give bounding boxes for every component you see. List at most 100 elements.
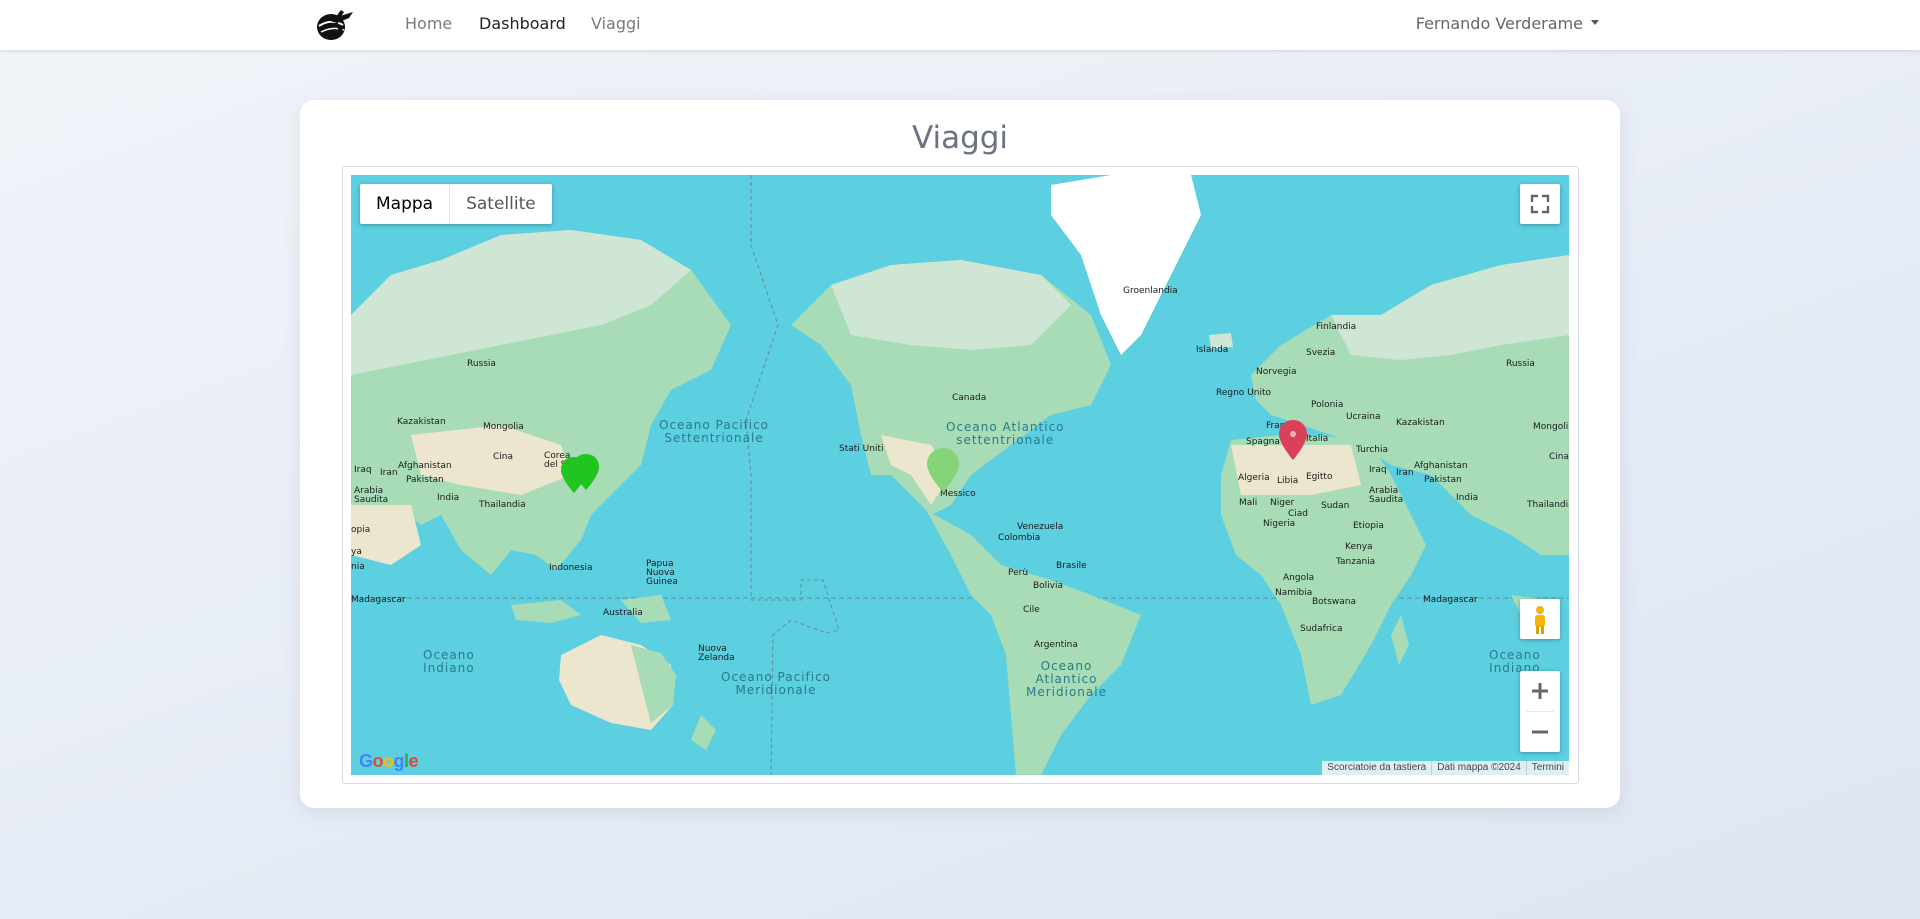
label-nuova-zelanda: Nuova Zelanda [698,644,735,663]
nav-home[interactable]: Home [405,14,452,33]
label-oceano-atlantico-nord: Oceano Atlantico settentrionale [946,420,1065,447]
world-map[interactable]: Groenlandia Islanda Finlandia Svezia Nor… [351,175,1569,775]
label-india-e: India [1456,493,1479,503]
label-argentina: Argentina [1034,640,1078,650]
label-colombia: Colombia [998,533,1041,543]
user-menu-dropdown[interactable]: Fernando Verderame [1416,14,1599,33]
label-pakistan-e: Pakistan [1424,475,1462,485]
label-finlandia: Finlandia [1316,322,1357,332]
satellite-type-button[interactable]: Satellite [450,184,552,224]
label-cile: Cile [1023,605,1040,615]
label-kazakistan-w: Kazakistan [397,417,446,427]
label-brasile: Brasile [1056,561,1087,571]
label-angola: Angola [1283,573,1315,583]
label-islanda: Islanda [1196,345,1229,355]
label-spagna: Spagna [1246,437,1280,447]
label-turchia: Turchia [1356,445,1389,455]
keyboard-shortcuts-link[interactable]: Scorciatoie da tastiera [1322,761,1431,775]
marker-japan-2[interactable] [573,454,599,490]
navbar: Home Dashboard Viaggi Fernando Verderame [0,0,1920,50]
marker-italy[interactable] [1279,420,1307,460]
map-attribution: Scorciatoie da tastiera Dati mappa ©2024… [1322,761,1569,775]
label-afghanistan-e: Afghanistan [1414,461,1468,471]
label-madagascar-e: Madagascar [1423,595,1478,605]
label-svezia: Svezia [1306,348,1336,358]
label-tanzania-edge: nia [351,562,365,572]
label-groenlandia: Groenlandia [1123,286,1178,296]
label-kazakistan-e: Kazakistan [1396,418,1445,428]
label-madagascar-w: Madagascar [351,595,406,605]
fullscreen-icon [1530,194,1550,214]
label-oceano-pacifico-sud: Oceano Pacifico Meridionale [721,670,832,697]
label-oceano-pacifico-nord: Oceano Pacifico Settentrionale [659,418,770,445]
label-cina-edge: Cina [1549,452,1569,462]
label-egitto: Egitto [1306,472,1333,482]
label-botswana: Botswana [1312,597,1356,607]
label-mali: Mali [1239,498,1258,508]
label-pakistan-w: Pakistan [406,475,444,485]
label-oceano-atlantico-sud: Oceano Atlantico Meridionale [1026,659,1107,699]
label-tanzania: Tanzania [1336,557,1376,567]
marker-usa[interactable] [927,448,959,492]
trips-card: Viaggi Groenlandia Islanda Finlandia Sve… [300,100,1620,808]
street-view-pegman-button[interactable] [1520,599,1560,639]
label-kenya-edge: ya [351,547,362,557]
label-mongolia-edge: Mongoli [1533,422,1569,432]
label-peru: Perù [1008,568,1029,578]
label-etiopia: Etiopia [1353,521,1384,531]
label-australia: Australia [603,608,643,618]
fullscreen-button[interactable] [1520,184,1560,224]
chevron-down-icon [1591,20,1599,25]
map-type-button[interactable]: Mappa [360,184,451,224]
label-etiopia-edge: opia [351,525,371,535]
terms-link[interactable]: Termini [1525,761,1569,775]
label-mongolia: Mongolia [483,422,524,432]
nav-dashboard[interactable]: Dashboard [479,14,566,33]
label-cina: Cina [493,452,514,462]
label-algeria: Algeria [1238,473,1270,483]
label-sudafrica: Sudafrica [1300,624,1343,634]
label-iran-e: Iran [1396,468,1414,478]
label-arabia-e: Arabia Saudita [1369,486,1404,505]
google-logo[interactable]: Google [359,751,419,772]
pegman-icon [1535,606,1545,634]
label-iraq-e: Iraq [1369,465,1387,475]
label-kenya: Kenya [1345,542,1373,552]
map-base-layer [351,175,1569,775]
label-sudan: Sudan [1321,501,1350,511]
label-bolivia: Bolivia [1033,581,1064,591]
label-oceano-indiano-w: Oceano Indiano [423,648,475,675]
label-arabia-w: Arabia Saudita [354,486,389,505]
page-title: Viaggi [911,120,1009,156]
label-iran-w: Iran [380,468,398,478]
label-regno-unito: Regno Unito [1216,388,1271,398]
nav-viaggi[interactable]: Viaggi [591,14,641,33]
label-italia: Italia [1306,434,1329,444]
label-canada: Canada [952,393,987,403]
label-papua: Papua Nuova Guinea [646,559,678,587]
label-nigeria: Nigeria [1263,519,1296,529]
label-venezuela: Venezuela [1017,522,1064,532]
label-thailandia-w: Thailandia [479,500,526,510]
plus-icon [1532,683,1548,699]
label-ucraina: Ucraina [1346,412,1381,422]
label-norvegia: Norvegia [1256,367,1297,377]
label-russia-e: Russia [1506,359,1535,369]
label-thailandia-e: Thailandia [1527,500,1569,510]
label-stati-uniti: Stati Uniti [839,444,884,454]
label-libia: Libia [1277,476,1299,486]
label-afghanistan-w: Afghanistan [398,461,452,471]
minus-icon [1532,730,1548,734]
airplane-globe-logo-icon[interactable] [313,8,355,42]
label-niger: Niger [1270,498,1295,508]
zoom-control [1520,671,1560,752]
zoom-out-button[interactable] [1520,712,1560,752]
user-name: Fernando Verderame [1415,14,1583,33]
map-type-control: Mappa Satellite [360,184,552,224]
label-ciad: Ciad [1288,509,1309,519]
label-iraq-w: Iraq [354,465,372,475]
label-namibia: Namibia [1275,588,1313,598]
label-indonesia: Indonesia [549,563,593,573]
zoom-in-button[interactable] [1520,671,1560,711]
map-data-text: Dati mappa ©2024 [1431,761,1526,775]
